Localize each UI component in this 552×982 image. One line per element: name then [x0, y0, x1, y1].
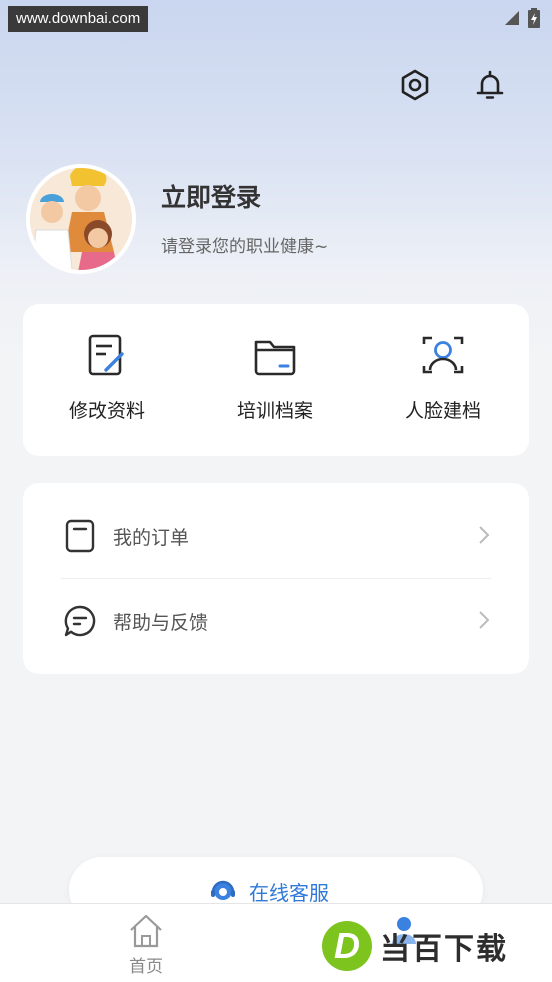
tab-home[interactable]: 首页 — [86, 912, 206, 977]
face-registration-button[interactable]: 人脸建档 — [359, 304, 527, 456]
edit-document-icon — [88, 334, 124, 376]
face-registration-label: 人脸建档 — [404, 400, 481, 422]
face-scan-icon — [422, 336, 464, 374]
status-bar — [504, 8, 540, 28]
menu-card: 我的订单 帮助与反馈 — [23, 483, 529, 674]
folder-icon — [254, 340, 296, 376]
feedback-icon — [64, 605, 96, 637]
my-orders-row[interactable]: 我的订单 — [23, 493, 529, 579]
training-records-button[interactable]: 培训档案 — [191, 304, 359, 456]
training-records-label: 培训档案 — [236, 400, 313, 422]
avatar[interactable] — [26, 164, 136, 274]
home-icon — [130, 914, 162, 948]
signal-icon — [505, 11, 519, 25]
login-subtitle: 请登录您的职业健康~ — [161, 237, 329, 257]
tab-home-label: 首页 — [129, 957, 163, 977]
edit-profile-button[interactable]: 修改资料 — [23, 304, 191, 456]
logo-letter: D — [322, 921, 372, 971]
chevron-right-icon — [479, 611, 490, 629]
notification-bell-icon[interactable] — [473, 68, 507, 102]
logo-text: 当百下载 — [380, 932, 508, 967]
my-orders-label: 我的订单 — [113, 527, 190, 549]
online-service-label: 在线客服 — [249, 881, 329, 905]
edit-profile-label: 修改资料 — [68, 400, 145, 422]
site-watermark: www.downbai.com — [8, 6, 149, 32]
quick-actions-card: 修改资料 培训档案 人脸建档 — [23, 304, 529, 456]
chevron-right-icon — [479, 526, 490, 544]
order-icon — [65, 519, 95, 553]
headset-icon — [211, 880, 235, 900]
help-feedback-row[interactable]: 帮助与反馈 — [23, 578, 529, 664]
help-feedback-label: 帮助与反馈 — [113, 612, 209, 634]
battery-icon — [528, 8, 540, 28]
site-logo-watermark: D 当百下载 — [322, 918, 547, 974]
login-title[interactable]: 立即登录 — [161, 178, 261, 214]
settings-icon[interactable] — [398, 68, 432, 102]
